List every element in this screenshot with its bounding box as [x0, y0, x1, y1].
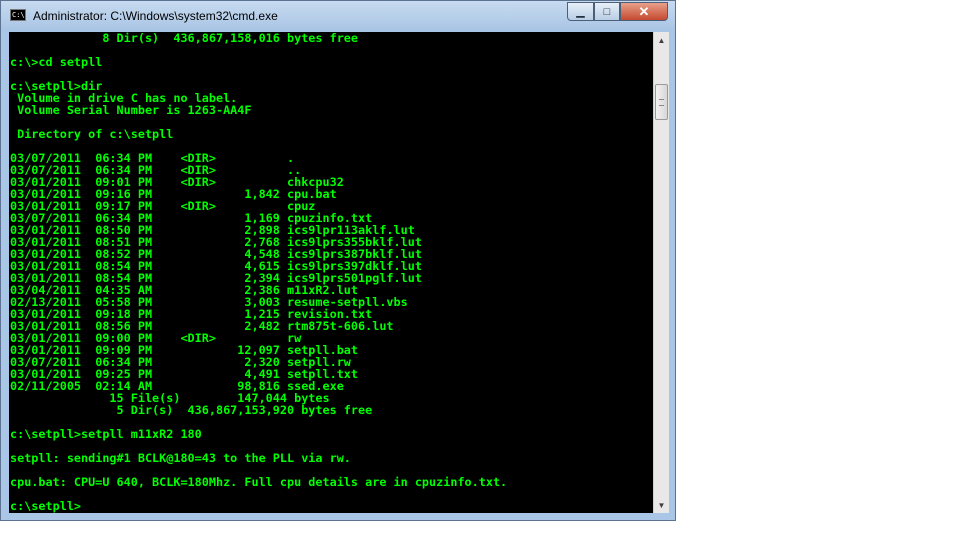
window-title: Administrator: C:\Windows\system32\cmd.e…: [33, 9, 278, 23]
chevron-up-icon: ▲: [657, 35, 666, 45]
close-icon: ✕: [638, 3, 650, 19]
console-line: c:\>cd setpll: [10, 55, 103, 69]
console-line: cpu.bat: CPU=U 640, BCLK=180Mhz. Full cp…: [10, 475, 508, 489]
console-line: c:\setpll>setpll m11xR2 180: [10, 427, 202, 441]
console-line: 8 Dir(s) 436,867,158,016 bytes free: [10, 32, 359, 45]
console-line: c:\setpll>: [10, 499, 82, 513]
minimize-button[interactable]: ▁: [567, 2, 594, 21]
maximize-icon: □: [603, 5, 611, 18]
scroll-down-button[interactable]: ▼: [654, 497, 669, 513]
console-line: 5 Dir(s) 436,867,153,920 bytes free: [10, 403, 373, 417]
vertical-scrollbar[interactable]: ▲ ▼: [653, 32, 669, 513]
console-line: Volume Serial Number is 1263-AA4F: [10, 103, 252, 117]
cmd-window: C:\ Administrator: C:\Windows\system32\c…: [0, 0, 676, 521]
console-output-area[interactable]: 8 Dir(s) 436,867,158,016 bytes free c:\>c…: [9, 32, 653, 513]
title-bar[interactable]: C:\ Administrator: C:\Windows\system32\c…: [1, 1, 675, 31]
console-line: Directory of c:\setpll: [10, 127, 174, 141]
chevron-down-icon: ▼: [657, 500, 666, 510]
cmd-icon[interactable]: C:\: [10, 9, 26, 21]
minimize-icon: ▁: [576, 6, 585, 18]
scroll-up-button[interactable]: ▲: [654, 32, 669, 48]
close-button[interactable]: ✕: [620, 2, 668, 21]
console-text: 8 Dir(s) 436,867,158,016 bytes free c:\>c…: [9, 32, 653, 512]
maximize-button[interactable]: □: [594, 2, 620, 21]
console-line: setpll: sending#1 BCLK@180=43 to the PLL…: [10, 451, 351, 465]
scrollbar-thumb[interactable]: [655, 84, 668, 120]
